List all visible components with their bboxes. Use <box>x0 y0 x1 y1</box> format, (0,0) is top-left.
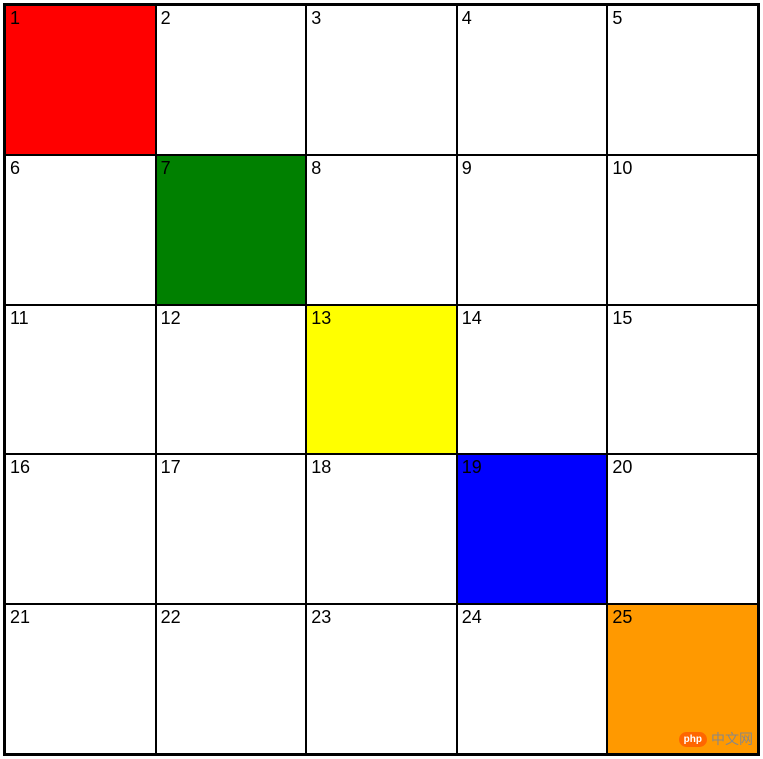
grid-cell-17: 17 <box>156 454 307 604</box>
grid-cell-23: 23 <box>306 604 457 754</box>
watermark-text: 中文网 <box>711 729 753 749</box>
grid-cell-5: 5 <box>607 5 758 155</box>
grid-cell-19: 19 <box>457 454 608 604</box>
grid-cell-2: 2 <box>156 5 307 155</box>
grid-cell-6: 6 <box>5 155 156 305</box>
grid-cell-1: 1 <box>5 5 156 155</box>
grid-cell-12: 12 <box>156 305 307 455</box>
grid-cell-21: 21 <box>5 604 156 754</box>
grid-cell-4: 4 <box>457 5 608 155</box>
watermark: php 中文网 <box>679 729 753 749</box>
grid-cell-11: 11 <box>5 305 156 455</box>
grid-cell-15: 15 <box>607 305 758 455</box>
grid-cell-8: 8 <box>306 155 457 305</box>
grid-cell-18: 18 <box>306 454 457 604</box>
grid-cell-22: 22 <box>156 604 307 754</box>
grid-cell-14: 14 <box>457 305 608 455</box>
grid-cell-13: 13 <box>306 305 457 455</box>
watermark-logo: php <box>679 732 707 747</box>
grid-cell-9: 9 <box>457 155 608 305</box>
grid-cell-16: 16 <box>5 454 156 604</box>
grid-cell-24: 24 <box>457 604 608 754</box>
grid-cell-10: 10 <box>607 155 758 305</box>
grid-cell-7: 7 <box>156 155 307 305</box>
grid-cell-3: 3 <box>306 5 457 155</box>
grid-cell-20: 20 <box>607 454 758 604</box>
number-grid: 1234567891011121314151617181920212223242… <box>3 3 760 756</box>
